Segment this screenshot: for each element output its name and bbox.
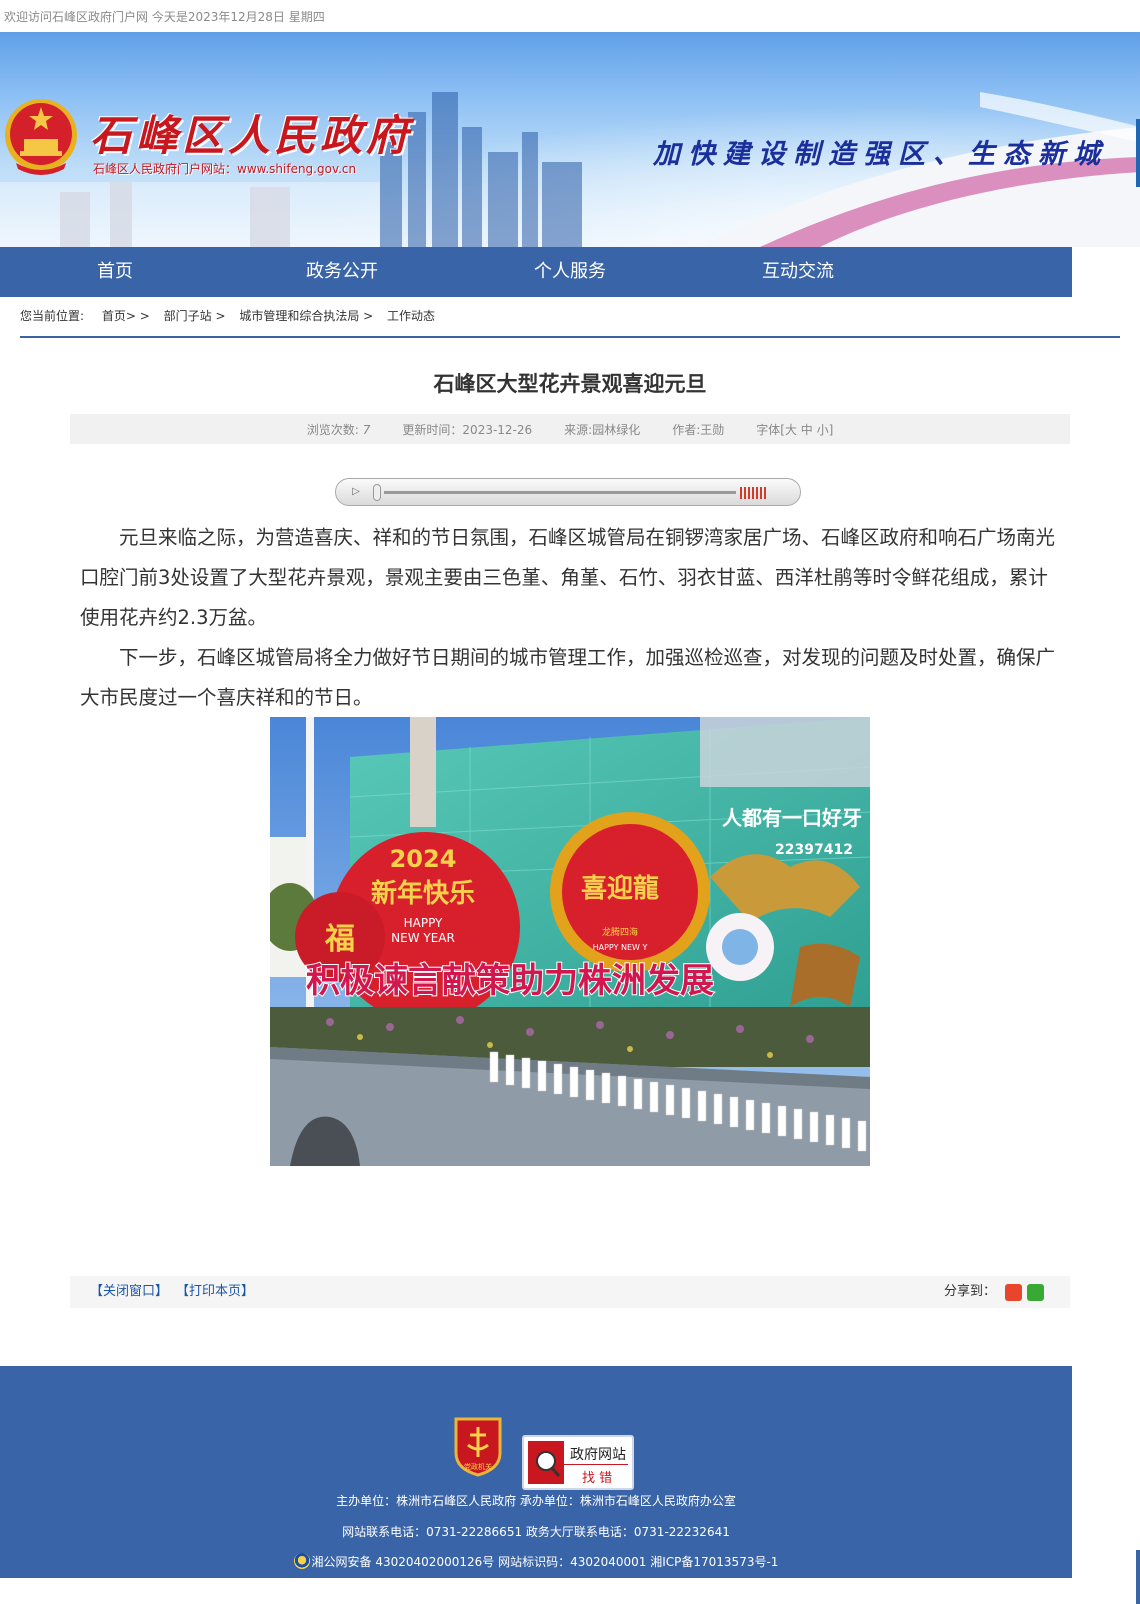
gov-site-title: 石峰区人民政府 [90, 111, 413, 160]
seek-handle[interactable] [373, 484, 381, 501]
gov-site-error-report-badge[interactable]: 政府网站 找 错 [522, 1435, 634, 1490]
photo-year: 2024 [390, 845, 457, 873]
footer-edge-accent [1136, 1550, 1140, 1604]
weibo-icon[interactable] [1005, 1284, 1022, 1301]
photo-new-year: NEW YEAR [391, 931, 455, 945]
party-gov-badge-icon[interactable]: 党政机关 [452, 1415, 504, 1477]
site-banner: 石峰区人民政府 石峰区人民政府门户网站：www.shifeng.gov.cn 加… [0, 32, 1140, 247]
breadcrumb-label: 您当前位置: [20, 309, 85, 323]
photo-dragon-sub: 龙腾四海 [602, 926, 638, 938]
svg-text:党政机关: 党政机关 [464, 1462, 492, 1471]
article-source: 来源:园林绿化 [564, 422, 641, 437]
national-emblem-icon [5, 99, 77, 175]
article-meta: 浏览次数: 7 更新时间：2023-12-26 来源:园林绿化 作者:王勋 字体[… [70, 414, 1070, 444]
photo-fu: 福 [324, 922, 355, 957]
breadcrumb-work-news[interactable]: 工作动态 [387, 309, 435, 323]
photo-dragon-en: HAPPY NEW Y [593, 943, 648, 952]
breadcrumb-divider [20, 336, 1120, 338]
play-icon[interactable]: ▷ [346, 485, 366, 499]
font-size-switch[interactable]: 字体[大 中 小] [756, 421, 833, 438]
site-footer: 党政机关 政府网站 找 错 主办单位：株洲市石峰区人民政府 承办单位：株洲市石峰… [0, 1366, 1072, 1578]
police-badge-icon [293, 1553, 310, 1569]
print-page-link[interactable]: 【打印本页】 [176, 1276, 254, 1308]
views-count: 浏览次数: 7 [306, 422, 371, 437]
article-paragraph: 下一步，石峰区城管局将全力做好节日期间的城市管理工作，加强巡检巡查，对发现的问题… [80, 646, 1056, 709]
article-photo: 人都有一口好牙 22397412 2024 新年快乐 HAPPY NEW YEA… [270, 717, 870, 1166]
flower-display-illustration: 人都有一口好牙 22397412 2024 新年快乐 HAPPY NEW YEA… [270, 717, 870, 1166]
close-window-link[interactable]: 【关闭窗口】 [90, 1276, 168, 1308]
article-author: 作者:王勋 [672, 422, 725, 437]
magnifier-icon [528, 1441, 564, 1484]
banner-slogan: 加快建设制造强区、生态新城 [653, 139, 1108, 170]
breadcrumb-dept-sites[interactable]: 部门子站 > [164, 309, 226, 323]
footer-contact-line: 网站联系电话：0731-22286651 政务大厅联系电话：0731-22232… [342, 1525, 730, 1539]
article-title: 石峰区大型花卉景观喜迎元旦 [433, 372, 707, 396]
article-paragraph: 元旦来临之际，为营造喜庆、祥和的节日氛围，石峰区城管局在铜锣湾家居广场、石峰区政… [80, 526, 1056, 629]
nav-personal-services[interactable]: 个人服务 [534, 247, 606, 297]
photo-happy: HAPPY [404, 916, 443, 930]
banner-edge-accent [1136, 119, 1140, 187]
photo-banner: 积极谏言献策助力株洲发展 [306, 961, 714, 1001]
nav-interaction[interactable]: 互动交流 [762, 247, 834, 297]
article-body: 元旦来临之际，为营造喜庆、祥和的节日氛围，石峰区城管局在铜锣湾家居广场、石峰区政… [80, 518, 1060, 718]
audio-player: ▷ [335, 478, 801, 506]
nav-home[interactable]: 首页 [97, 247, 133, 297]
breadcrumb: 您当前位置: 首页> > 部门子站 > 城市管理和综合执法局 > 工作动态 [20, 307, 445, 324]
welcome-bar: 欢迎访问石峰区政府门户网 今天是2023年12月28日 星期四 [4, 10, 325, 24]
update-time: 更新时间：2023-12-26 [402, 422, 533, 437]
volume-icon[interactable] [740, 487, 768, 499]
store-sign: 人都有一口好牙 [722, 806, 862, 830]
photo-dragon: 喜迎龍 [581, 873, 659, 904]
photo-greeting: 新年快乐 [371, 878, 475, 909]
main-nav: 首页 政务公开 个人服务 互动交流 [0, 247, 1072, 297]
share-label: 分享到： [943, 1284, 996, 1299]
article-actions: 【关闭窗口】 【打印本页】 分享到： [70, 1276, 1070, 1308]
store-phone: 22397412 [775, 842, 853, 858]
footer-record-line: 湘公网安备 43020402000126号 网站标识码：4302040001 湘… [0, 1553, 1072, 1570]
nav-gov-affairs[interactable]: 政务公开 [306, 247, 378, 297]
gov-site-url: 石峰区人民政府门户网站：www.shifeng.gov.cn [93, 162, 357, 176]
seek-track[interactable] [384, 491, 736, 494]
breadcrumb-home[interactable]: 首页> > [102, 309, 150, 323]
wechat-icon[interactable] [1027, 1284, 1044, 1301]
breadcrumb-urban-management[interactable]: 城市管理和综合执法局 > [239, 309, 373, 323]
footer-host-line: 主办单位：株洲市石峰区人民政府 承办单位：株洲市石峰区人民政府办公室 [336, 1494, 736, 1508]
